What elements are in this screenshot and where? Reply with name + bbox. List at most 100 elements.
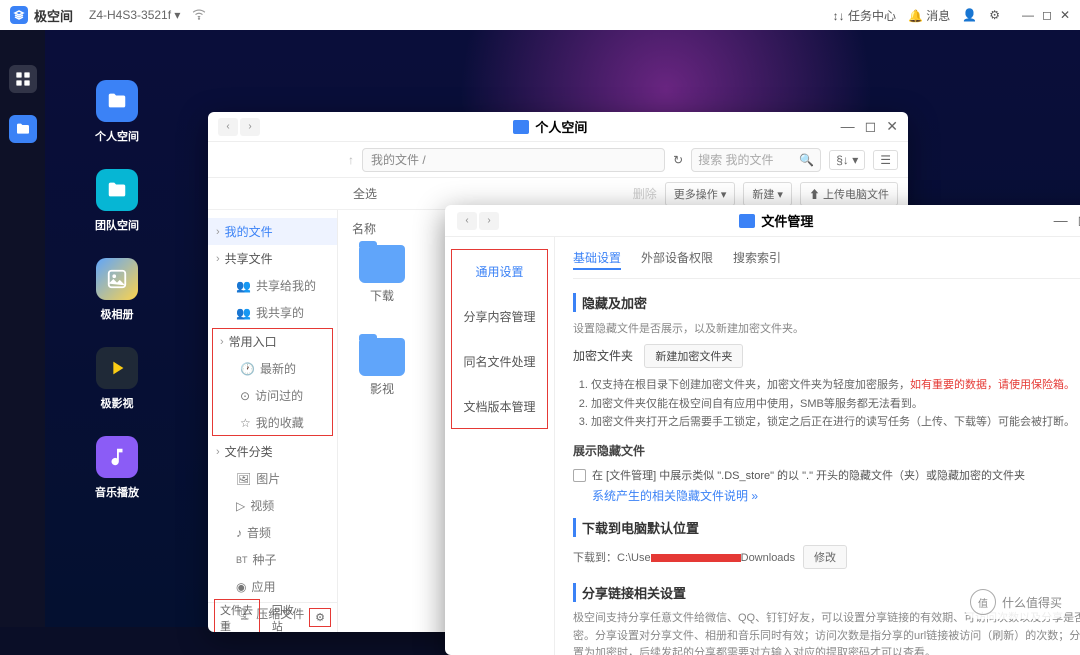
desktop-icons: 个人空间 团队空间 极相册 极影视 音乐播放 (95, 80, 139, 500)
sort-button[interactable]: §↓ ▾ (829, 150, 865, 170)
tab-external[interactable]: 外部设备权限 (641, 249, 713, 270)
watermark-badge: 值 (970, 589, 996, 615)
topbar-right: ↕↓ 任务中心 🔔 消息 👤 ⚙ — ◻ ✕ (833, 7, 1070, 24)
sidebar-cat-audio[interactable]: ♪ 音频 (208, 519, 337, 546)
up-icon[interactable]: ↑ (348, 153, 354, 167)
dock-folder-icon[interactable] (9, 115, 37, 143)
sidebar-common-entry[interactable]: 常用入口 (212, 328, 333, 355)
sidebar-recent[interactable]: 🕐 最新的 (212, 355, 333, 382)
encrypt-notes: 仅支持在根目录下创建加密文件夹，加密文件夹为轻度加密服务，如有重要的数据，请使用… (591, 376, 1080, 432)
sidebar-shared-to-me[interactable]: 👥 共享给我的 (208, 272, 337, 299)
win2-titlebar: ‹ › 文件管理 — ◻ ✕ (445, 205, 1080, 237)
close-icon[interactable]: ✕ (1060, 8, 1070, 22)
view-button[interactable]: ☰ (873, 150, 898, 170)
sidebar-cat-bt[interactable]: BT 种子 (208, 546, 337, 573)
upload-button[interactable]: ⬆ 上传电脑文件 (800, 182, 898, 206)
maximize-icon[interactable]: ◻ (1042, 8, 1052, 22)
gear-icon[interactable]: ⚙ (989, 8, 1000, 22)
logo-area: 极空间 Z4-H4S3-3521f ▾ (10, 6, 206, 25)
sec1-title: 隐藏及加密 (573, 293, 1080, 312)
minimize-icon[interactable]: — (841, 118, 855, 135)
sidebar-cat-video[interactable]: ▷ 视频 (208, 492, 337, 519)
refresh-icon[interactable]: ↻ (673, 153, 683, 167)
win1-controls: — ◻ ✕ (841, 118, 898, 135)
more-ops-button[interactable]: 更多操作 ▾ (665, 182, 736, 206)
nav-back-button[interactable]: ‹ (457, 212, 477, 230)
dock (0, 30, 45, 627)
topbar: 极空间 Z4-H4S3-3521f ▾ ↕↓ 任务中心 🔔 消息 👤 ⚙ — ◻… (0, 0, 1080, 30)
desktop-item-music[interactable]: 音乐播放 (95, 436, 139, 500)
show-hidden-checkbox[interactable] (573, 469, 586, 482)
redacted (651, 554, 741, 562)
brand-name: 极空间 (34, 6, 73, 25)
minimize-icon[interactable]: — (1022, 8, 1034, 22)
folder-icon (359, 338, 405, 376)
nav-arrows: ‹ › (218, 118, 260, 136)
encrypt-label: 加密文件夹 (573, 349, 633, 363)
search-input[interactable]: 搜索 我的文件🔍 (691, 148, 821, 172)
sidebar-bottom: 文件去重 回收站 ⚙ (208, 602, 337, 632)
tab-search[interactable]: 搜索索引 (733, 249, 781, 270)
sidebar-cat-app[interactable]: ◉ 应用 (208, 573, 337, 600)
sidebar-general[interactable]: 通用设置 (451, 249, 548, 294)
folder-icon (359, 245, 405, 283)
window-controls: — ◻ ✕ (1022, 8, 1070, 22)
nav-forward-button[interactable]: › (479, 212, 499, 230)
logo-icon (10, 6, 28, 24)
sidebar-shared-files[interactable]: 共享文件 (208, 245, 337, 272)
sidebar-favorites[interactable]: ☆ 我的收藏 (212, 409, 333, 436)
sec2-title: 下载到电脑默认位置 (573, 518, 1080, 537)
win1-titlebar: ‹ › 个人空间 — ◻ ✕ (208, 112, 908, 142)
messages-button[interactable]: 🔔 消息 (908, 7, 950, 24)
new-encrypt-button[interactable]: 新建加密文件夹 (644, 344, 743, 368)
win2-controls: — ◻ ✕ (1054, 212, 1080, 229)
show-hidden-title: 展示隐藏文件 (573, 442, 1080, 459)
maximize-icon[interactable]: ◻ (865, 118, 877, 135)
folder-item[interactable]: 影视 (352, 338, 412, 397)
sidebar-version[interactable]: 文档版本管理 (451, 384, 548, 429)
win1-toolbar: ↑ 我的文件 / ↻ 搜索 我的文件🔍 §↓ ▾ ☰ (208, 142, 908, 178)
desktop-item-album[interactable]: 极相册 (95, 258, 139, 322)
desktop-item-personal[interactable]: 个人空间 (95, 80, 139, 144)
minimize-icon[interactable]: — (1054, 212, 1068, 229)
change-path-button[interactable]: 修改 (803, 545, 847, 569)
close-icon[interactable]: ✕ (886, 118, 898, 135)
sidebar-visited[interactable]: ⊙ 访问过的 (212, 382, 333, 409)
nav-forward-button[interactable]: › (240, 118, 260, 136)
hidden-files-link[interactable]: 系统产生的相关隐藏文件说明 » (592, 489, 758, 503)
sidebar-my-files[interactable]: 我的文件 (208, 218, 337, 245)
desktop: 个人空间 团队空间 极相册 极影视 音乐播放 ‹ › 个人空间 — ◻ ✕ ↑ … (45, 30, 1080, 627)
settings-sidebar: 通用设置 分享内容管理 同名文件处理 文档版本管理 (445, 237, 555, 655)
sec1-desc: 设置隐藏文件是否展示，以及新建加密文件夹。 (573, 320, 1080, 336)
sidebar-file-category[interactable]: 文件分类 (208, 438, 337, 465)
path-input[interactable]: 我的文件 / (362, 148, 665, 172)
download-path-row: 下载到：C:\UseDownloads 修改 (573, 545, 1080, 569)
select-all[interactable]: 全选 (353, 185, 377, 202)
desktop-item-video[interactable]: 极影视 (95, 347, 139, 411)
user-icon[interactable]: 👤 (962, 8, 977, 22)
sidebar-duplicate[interactable]: 同名文件处理 (451, 339, 548, 384)
sidebar-cat-img[interactable]: 🖼 图片 (208, 465, 337, 492)
folder-icon (513, 120, 529, 134)
tabs: 基础设置 外部设备权限 搜索索引 (573, 249, 1080, 279)
win2-title: 文件管理 (739, 211, 813, 230)
file-sidebar: 我的文件 共享文件 👥 共享给我的 👥 我共享的 常用入口 🕐 最新的 ⊙ 访问… (208, 210, 338, 632)
dock-apps-icon[interactable] (9, 65, 37, 93)
nav-back-button[interactable]: ‹ (218, 118, 238, 136)
task-center-button[interactable]: ↕↓ 任务中心 (833, 7, 896, 24)
folder-item[interactable]: 下载 (352, 245, 412, 304)
new-button[interactable]: 新建 ▾ (743, 182, 792, 206)
watermark: 值 什么值得买 (962, 585, 1070, 619)
nav-arrows: ‹ › (457, 212, 499, 230)
show-hidden-row: 在 [文件管理] 中展示类似 ".DS_store" 的以 "." 开头的隐藏文… (573, 467, 1080, 483)
tab-basic[interactable]: 基础设置 (573, 249, 621, 270)
sidebar-i-shared[interactable]: 👥 我共享的 (208, 299, 337, 326)
folder-icon (739, 214, 755, 228)
gear-icon[interactable]: ⚙ (309, 608, 331, 627)
sidebar-share-content[interactable]: 分享内容管理 (451, 294, 548, 339)
wifi-icon (192, 7, 206, 24)
search-icon: 🔍 (799, 153, 814, 167)
desktop-item-team[interactable]: 团队空间 (95, 169, 139, 233)
device-name[interactable]: Z4-H4S3-3521f ▾ (89, 8, 180, 22)
win1-title: 个人空间 (513, 117, 587, 136)
